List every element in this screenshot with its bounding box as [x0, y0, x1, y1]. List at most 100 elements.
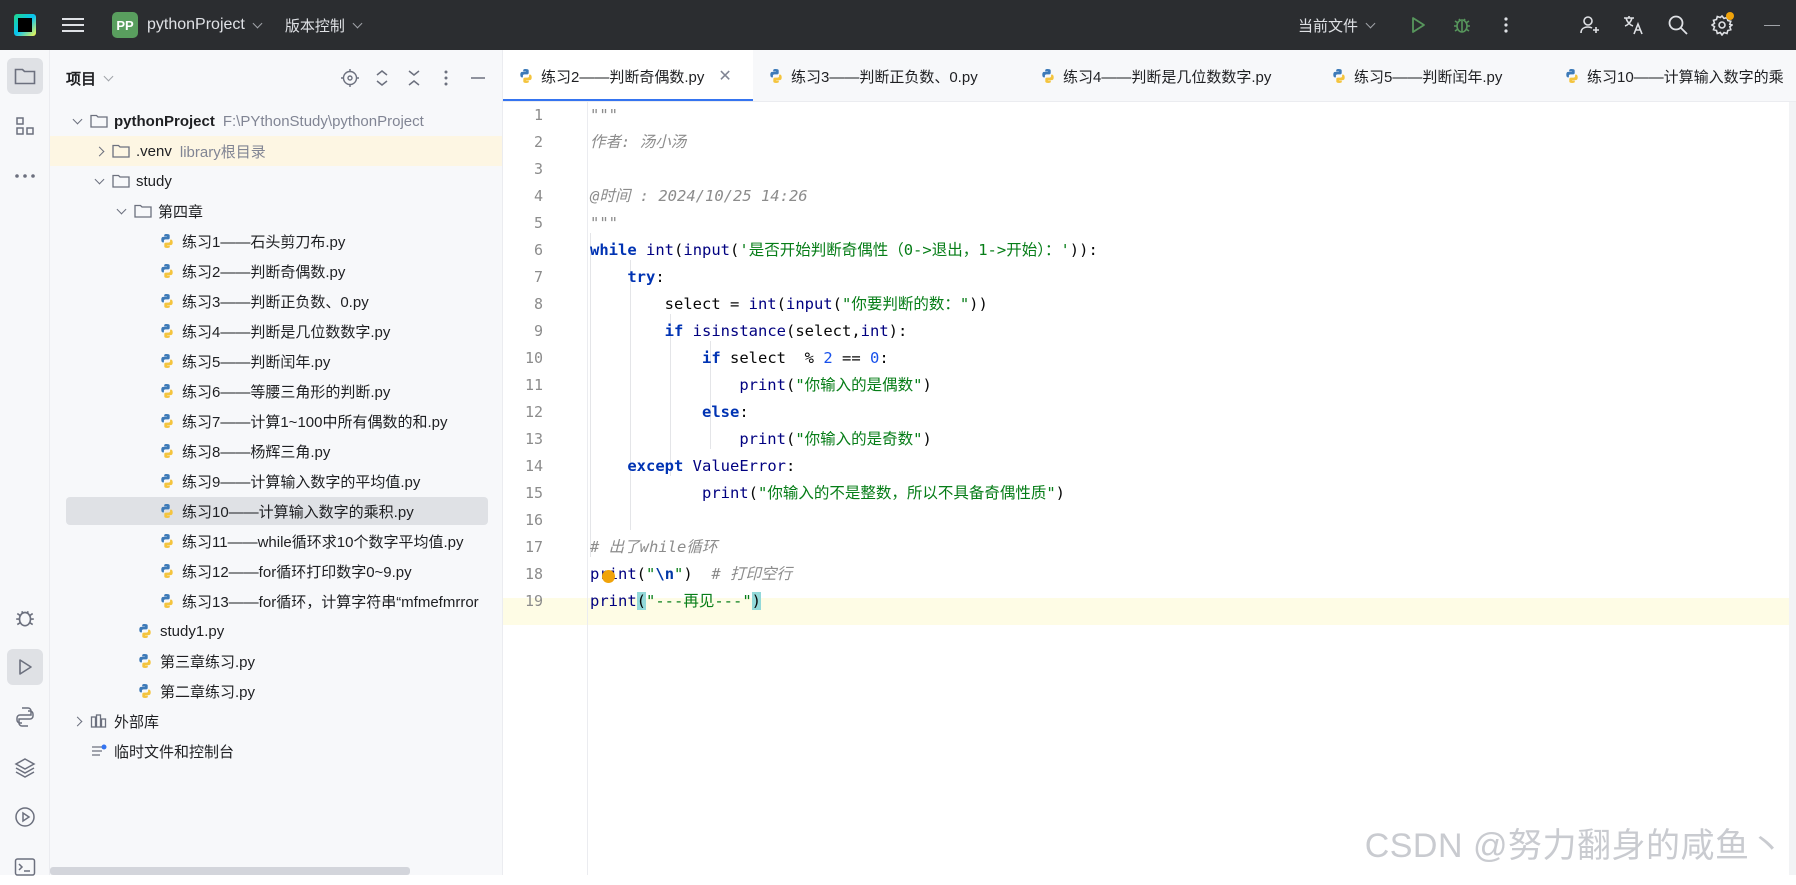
search-icon[interactable] [1656, 0, 1700, 50]
python-console-icon[interactable] [7, 699, 43, 735]
line-number: 16 [524, 511, 543, 529]
chevron-down-icon[interactable] [70, 114, 84, 128]
line-number: 1 [533, 106, 543, 124]
tree-item[interactable]: study [50, 166, 502, 196]
debug-icon[interactable] [1440, 0, 1484, 50]
tree-item-label: 练习10——计算输入数字的乘积.py [182, 503, 414, 521]
expand-all-icon[interactable] [366, 62, 398, 94]
chevron-right-icon[interactable] [92, 144, 106, 158]
collapse-all-icon[interactable] [398, 62, 430, 94]
chevron-right-icon[interactable] [70, 714, 84, 728]
python-file-icon [158, 412, 176, 430]
chevron-down-icon[interactable] [252, 18, 263, 28]
code-line-2: 作者: 汤小汤 [590, 133, 687, 151]
tree-item[interactable]: 练习6——等腰三角形的判断.py [50, 376, 502, 406]
tree-item[interactable]: 练习10——计算输入数字的乘积.py [50, 496, 502, 526]
watermark: CSDN @努力翻身的咸鱼丶 [1364, 827, 1784, 865]
code-line-10: if select % 2 == 0: [701, 349, 889, 367]
title-bar: PP pythonProject 版本控制 当前文件 [0, 0, 1796, 50]
run-icon[interactable] [1396, 0, 1440, 50]
tree-item[interactable]: 练习11——while循环求10个数字平均值.py [50, 526, 502, 556]
minimize-button[interactable] [1764, 24, 1780, 26]
main-menu-icon[interactable] [62, 18, 84, 32]
tree-item[interactable]: study1.py [50, 616, 502, 646]
python-file-icon [158, 562, 176, 580]
folder-icon [90, 112, 108, 130]
layers-icon[interactable] [7, 749, 43, 785]
chevron-down-icon [352, 18, 363, 28]
tree-item-label: 外部库 [114, 713, 160, 731]
chevron-down-icon[interactable] [103, 71, 114, 81]
tab-lianxi4[interactable]: 练习4——判断是几位数数字.py [1025, 50, 1315, 101]
tree-item[interactable]: 练习13——for循环，计算字符串“mfmefmrror [50, 586, 502, 616]
chevron-down-icon[interactable] [92, 174, 106, 188]
chevron-down-icon [1365, 18, 1376, 28]
run-tool-icon[interactable] [7, 649, 43, 685]
vcs-menu[interactable]: 版本控制 [285, 15, 363, 36]
panel-title[interactable]: 项目 [66, 68, 96, 89]
code-line-8: select = int(input("你要判断的数：")) [590, 295, 988, 313]
python-file-icon [136, 682, 154, 700]
tree-item[interactable]: 练习12——for循环打印数字0~9.py [50, 556, 502, 586]
tree-item-label: 临时文件和控制台 [114, 743, 235, 761]
tree-item[interactable]: 第二章练习.py [50, 676, 502, 706]
python-file-icon [158, 442, 176, 460]
more-tools-icon[interactable] [7, 158, 43, 194]
run-config-selector[interactable]: 当前文件 [1297, 15, 1376, 36]
tree-item[interactable]: pythonProject F:\PYthonStudy\pythonProjec… [50, 106, 502, 136]
close-icon[interactable]: ✕ [718, 66, 731, 86]
code-line-18: print("\n") # 打印空行 [590, 565, 793, 583]
tab-lianxi10[interactable]: 练习10——计算输入数字的乘 [1549, 50, 1796, 101]
settings-icon[interactable] [1700, 0, 1744, 50]
python-file-icon [767, 67, 785, 85]
tree-item[interactable]: 练习8——杨辉三角.py [50, 436, 502, 466]
project-name[interactable]: pythonProject [147, 16, 245, 34]
tab-lianxi2[interactable]: 练习2——判断奇偶数.py ✕ [503, 50, 753, 101]
code-line-1: """ [590, 106, 618, 124]
line-number: 11 [524, 376, 543, 394]
tree-item-label: study [136, 172, 172, 190]
tree-item-path: library根目录 [179, 143, 266, 161]
hide-panel-icon[interactable] [462, 62, 494, 94]
services-icon[interactable] [7, 799, 43, 835]
tree-item-label: 练习11——while循环求10个数字平均值.py [182, 533, 464, 551]
code-line-19: print("---再见---") [590, 592, 762, 610]
chevron-down-icon[interactable] [114, 204, 128, 218]
run-config-label: 当前文件 [1297, 17, 1358, 35]
python-file-icon [158, 532, 176, 550]
project-badge[interactable]: PP [112, 12, 138, 38]
pycharm-logo-icon [14, 14, 36, 36]
tree-item[interactable]: 练习9——计算输入数字的平均值.py [50, 466, 502, 496]
tree-item[interactable]: 第四章 [50, 196, 502, 226]
folder-icon[interactable] [7, 58, 43, 94]
structure-icon[interactable] [7, 108, 43, 144]
tree-item[interactable]: 外部库 [50, 706, 502, 736]
tree-item-label: pythonProject [114, 112, 215, 130]
tab-lianxi3[interactable]: 练习3——判断正负数、0.py [753, 50, 1023, 101]
more-icon[interactable] [1484, 0, 1528, 50]
debug-tool-icon[interactable] [7, 600, 43, 636]
tab-lianxi5[interactable]: 练习5——判断闰年.py [1316, 50, 1546, 101]
tab-label: 练习10——计算输入数字的乘 [1587, 68, 1784, 86]
project-panel: 项目 pythonProject F:\PYthonStudy\pythonPro… [50, 50, 503, 875]
terminal-icon[interactable] [7, 849, 43, 885]
tree-item[interactable]: 第三章练习.py [50, 646, 502, 676]
tree-item[interactable]: 练习4——判断是几位数数字.py [50, 316, 502, 346]
tree-item[interactable]: 练习3——判断正负数、0.py [50, 286, 502, 316]
tree-item[interactable]: 练习2——判断奇偶数.py [50, 256, 502, 286]
add-user-icon[interactable] [1568, 0, 1612, 50]
python-file-icon [517, 67, 535, 85]
vertical-scrollbar[interactable] [1789, 102, 1796, 875]
tree-item[interactable]: 练习7——计算1~100中所有偶数的和.py [50, 406, 502, 436]
tree-item[interactable]: 练习1——石头剪刀布.py [50, 226, 502, 256]
translate-icon[interactable] [1612, 0, 1656, 50]
code-editor[interactable]: 1 2 3 4 5 6 7 8 9 10 11 12 13 14 15 16 17 18 19 """ 作者: 汤小… [503, 102, 1796, 875]
locate-icon[interactable] [334, 62, 366, 94]
lightbulb-icon[interactable] [602, 570, 615, 583]
options-icon[interactable] [430, 62, 462, 94]
tree-item[interactable]: 练习5——判断闰年.py [50, 346, 502, 376]
tree-item[interactable]: 临时文件和控制台 [50, 736, 502, 766]
tree-item[interactable]: .venv library根目录 [50, 136, 502, 166]
line-number: 13 [524, 430, 543, 448]
horizontal-scrollbar[interactable] [50, 867, 410, 875]
